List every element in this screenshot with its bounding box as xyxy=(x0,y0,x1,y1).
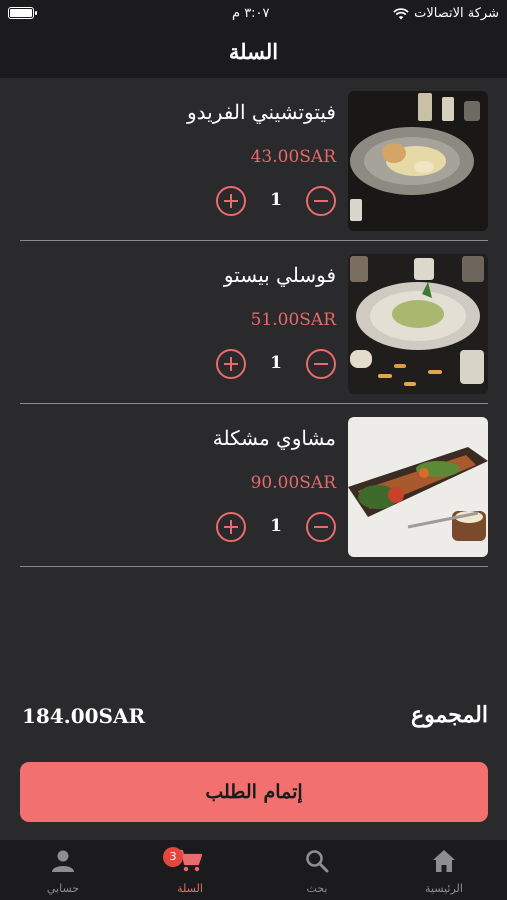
tab-label: السلة xyxy=(177,882,203,895)
tab-home[interactable]: الرئيسية xyxy=(381,840,507,900)
tab-bar: حسابي السلة بحث الرئيسية 3 xyxy=(0,840,507,900)
item-quantity: 1 xyxy=(270,190,282,210)
decrease-quantity-button[interactable] xyxy=(306,512,336,542)
increase-quantity-button[interactable] xyxy=(216,186,246,216)
tab-label: الرئيسية xyxy=(425,882,463,895)
checkout-button[interactable]: إتمام الطلب xyxy=(20,762,488,822)
item-name: فوسلي بيستو xyxy=(223,263,336,287)
home-icon xyxy=(433,850,455,872)
cart-item: مشاوي مشكلة 90.00SAR 1 xyxy=(20,404,488,567)
item-price: 51.00SAR xyxy=(250,310,336,330)
decrease-quantity-button[interactable] xyxy=(306,349,336,379)
total-row: 184.00SAR المجموع xyxy=(20,700,488,740)
total-label: المجموع xyxy=(411,702,488,728)
tab-search[interactable]: بحث xyxy=(254,840,380,900)
person-icon xyxy=(52,850,74,872)
battery-icon xyxy=(8,7,37,19)
item-name: مشاوي مشكلة xyxy=(212,426,336,450)
quantity-stepper: 1 xyxy=(216,512,336,546)
item-price: 43.00SAR xyxy=(250,147,336,167)
carrier-name: شركة الاتصالات xyxy=(414,6,499,21)
food-image xyxy=(348,91,488,231)
nav-bar: السلة xyxy=(0,28,507,78)
increase-quantity-button[interactable] xyxy=(216,512,246,542)
item-quantity: 1 xyxy=(270,353,282,373)
carrier-info: شركة الاتصالات xyxy=(393,6,499,21)
decrease-quantity-button[interactable] xyxy=(306,186,336,216)
wifi-icon xyxy=(393,7,409,19)
item-quantity: 1 xyxy=(270,516,282,536)
quantity-stepper: 1 xyxy=(216,349,336,383)
tab-label: بحث xyxy=(306,882,328,895)
cart-item: فوسلي بيستو 51.00SAR 1 xyxy=(20,241,488,404)
quantity-stepper: 1 xyxy=(216,186,336,220)
search-icon xyxy=(306,850,329,873)
item-name: فيتوتشيني الفريدو xyxy=(187,100,336,124)
cart-badge: 3 xyxy=(163,847,183,867)
item-price: 90.00SAR xyxy=(250,473,336,493)
tab-label: حسابي xyxy=(46,882,80,895)
total-amount: 184.00SAR xyxy=(22,704,146,728)
cart-item: فيتوتشيني الفريدو 43.00SAR 1 xyxy=(20,78,488,241)
food-image xyxy=(348,417,488,557)
cart-list: فيتوتشيني الفريدو 43.00SAR 1 فوسلي بيستو… xyxy=(20,78,488,567)
tab-cart[interactable]: السلة xyxy=(127,840,253,900)
tab-account[interactable]: حسابي xyxy=(0,840,126,900)
status-time: ٣:٠٧ م xyxy=(232,6,270,21)
food-image xyxy=(348,254,488,394)
increase-quantity-button[interactable] xyxy=(216,349,246,379)
page-title: السلة xyxy=(228,39,279,64)
status-bar: ٣:٠٧ م شركة الاتصالات xyxy=(0,0,507,28)
